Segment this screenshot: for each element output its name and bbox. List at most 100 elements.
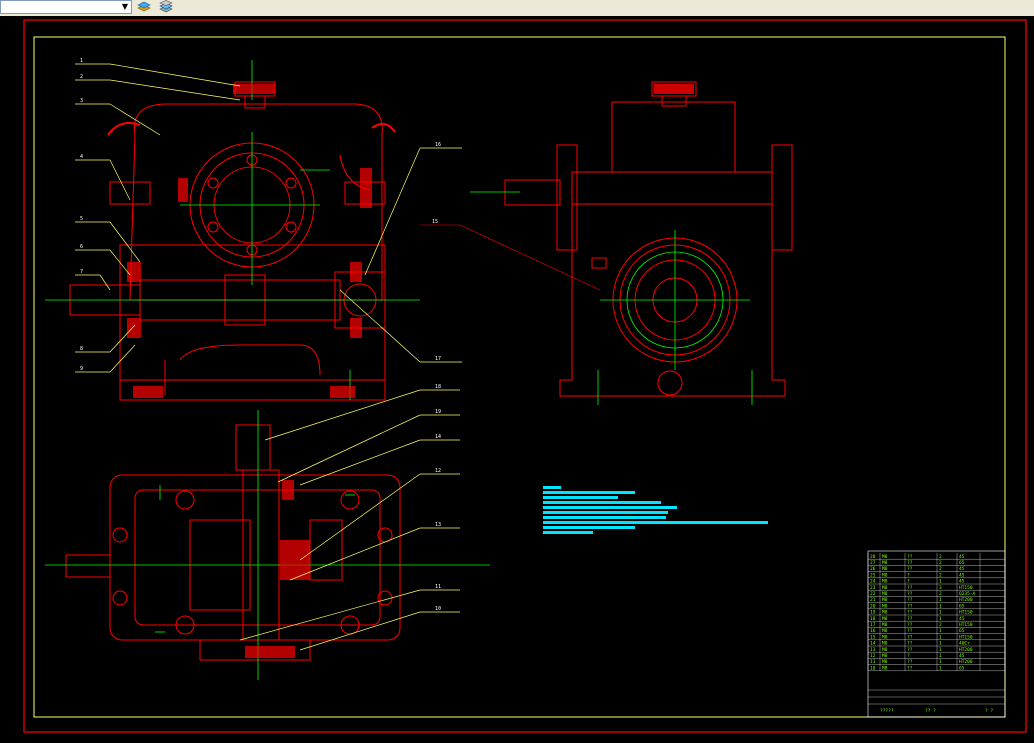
bom-cell: M8 [882, 647, 888, 653]
leader-label: 2 [80, 74, 83, 80]
leader-label: 5 [80, 216, 83, 222]
bom-cell: ?? [907, 610, 913, 616]
bom-cell: ?? [907, 591, 913, 597]
bom-cell: 1 [939, 603, 942, 609]
bom-cell: M8 [882, 554, 888, 560]
bom-cell: M8 [882, 585, 888, 591]
bom-cell: HT200 [959, 647, 973, 653]
bom-cell: 1 [939, 616, 942, 622]
leader-label: 3 [80, 98, 83, 104]
title-footer-right: ? ? [985, 708, 993, 714]
bom-cell: 12 [870, 653, 876, 659]
front-view [69, 81, 396, 401]
bom-cell: 16 [870, 628, 876, 634]
leaders-bottom [239, 389, 460, 651]
bom-cell: 2 [939, 566, 942, 572]
section-hatches [127, 84, 372, 398]
cad-drawing: 1 2 3 4 5 6 7 8 9 16 17 15 18 19 14 12 1… [23, 19, 1027, 733]
bom-cell: 24 [870, 579, 876, 585]
bom-cell: 65 [959, 665, 965, 671]
front-view-centerlines [45, 60, 420, 400]
bom-cell: M8 [882, 653, 888, 659]
leader-label: 14 [435, 434, 441, 440]
title-footer-left: ????? [880, 708, 894, 714]
chevron-down-icon[interactable]: ▼ [120, 1, 130, 13]
bom-cell: 20 [870, 603, 876, 609]
leader-label: 4 [80, 154, 83, 160]
bom-cell: 1 [939, 647, 942, 653]
bom-cell: 1 [939, 665, 942, 671]
leader-label: 11 [435, 584, 441, 590]
bom-cell: 18 [870, 616, 876, 622]
leader-label: 15 [432, 219, 438, 225]
bom-cell: ?? [907, 634, 913, 640]
layer-stack-icon[interactable] [136, 0, 152, 14]
bom-cell: ?? [907, 647, 913, 653]
bom-cell: M8 [882, 560, 888, 566]
drawing-canvas[interactable]: 1 2 3 4 5 6 7 8 9 16 17 15 18 19 14 12 1… [0, 16, 1034, 739]
side-view-centerlines [470, 191, 753, 405]
bom-cell: M8 [882, 579, 888, 585]
bom-cell: 1 [939, 597, 942, 603]
bom-cell: 1 [939, 610, 942, 616]
bom-cell: M8 [882, 566, 888, 572]
bom-cell: 2 [939, 560, 942, 566]
bom-cell: ?? [907, 616, 913, 622]
bom-cell: M8 [882, 572, 888, 578]
bom-cell: 2 [939, 554, 942, 560]
bom-cell: 28 [870, 554, 876, 560]
bom-cell: 65 [959, 560, 965, 566]
drawing-frame [33, 36, 1006, 718]
technical-notes [543, 486, 768, 534]
bom-cell: 1 [939, 634, 942, 640]
bom-cell: 2 [939, 622, 942, 628]
bom-cell: Q235-A [959, 591, 976, 597]
top-view [65, 424, 401, 661]
bom-cell: 2 [939, 591, 942, 597]
bom-cell: ? [907, 653, 910, 659]
bom-cell: 23 [870, 585, 876, 591]
bom-cell: M8 [882, 603, 888, 609]
bom-cell: HT150 [959, 634, 973, 640]
bom-cell: M8 [882, 622, 888, 628]
leader-label: 1 [80, 58, 83, 64]
layer-combo[interactable]: ▼ [0, 0, 132, 14]
bom-cell: 65 [959, 603, 965, 609]
bom-cell: M8 [882, 659, 888, 665]
title-footer-mid: ?? ? [925, 708, 936, 714]
title-block: 28 M8?? 2 45 27 M8?? 2 65 26 M8?? 2 45 25 M8? 2 45 24 M8?… [867, 550, 1006, 718]
bom-cell: HT150 [959, 585, 973, 591]
bom-cell: 2 [939, 572, 942, 578]
leader-label: 10 [435, 606, 441, 612]
bom-cell: 27 [870, 560, 876, 566]
bom-cell: M8 [882, 591, 888, 597]
bom-cell: ?? [907, 603, 913, 609]
leader-label: 13 [435, 522, 441, 528]
bom-cell: ?? [907, 597, 913, 603]
bom-cell: 45 [959, 572, 965, 578]
leader-label: 6 [80, 244, 83, 250]
bom-cell: 25 [870, 572, 876, 578]
top-view-hatches [245, 480, 310, 658]
layer-properties-icon[interactable] [158, 0, 174, 14]
bom-cell: ?? [907, 622, 913, 628]
bom-cell: ?? [907, 554, 913, 560]
bom-cell: M8 [882, 597, 888, 603]
bom-cell: M8 [882, 616, 888, 622]
bom-cell: 17 [870, 622, 876, 628]
bom-cell: 45 [959, 653, 965, 659]
leader-labels-bottom: 18 19 14 12 13 11 10 [435, 384, 441, 612]
bom-cell: HT200 [959, 597, 973, 603]
bom-cell: 1 [939, 659, 942, 665]
bom-cell: 1 [939, 628, 942, 634]
bom-cell: 1 [939, 641, 942, 647]
leader-label: 12 [435, 468, 441, 474]
leader-label: 7 [80, 269, 83, 275]
bom-cell: 11 [870, 659, 876, 665]
bom-cell: 45 [959, 566, 965, 572]
bom-cell: 15 [870, 634, 876, 640]
bom-cell: 1 [939, 653, 942, 659]
bom-cell: 13 [870, 647, 876, 653]
leader-label: 18 [435, 384, 441, 390]
bom-cell: ?? [907, 628, 913, 634]
